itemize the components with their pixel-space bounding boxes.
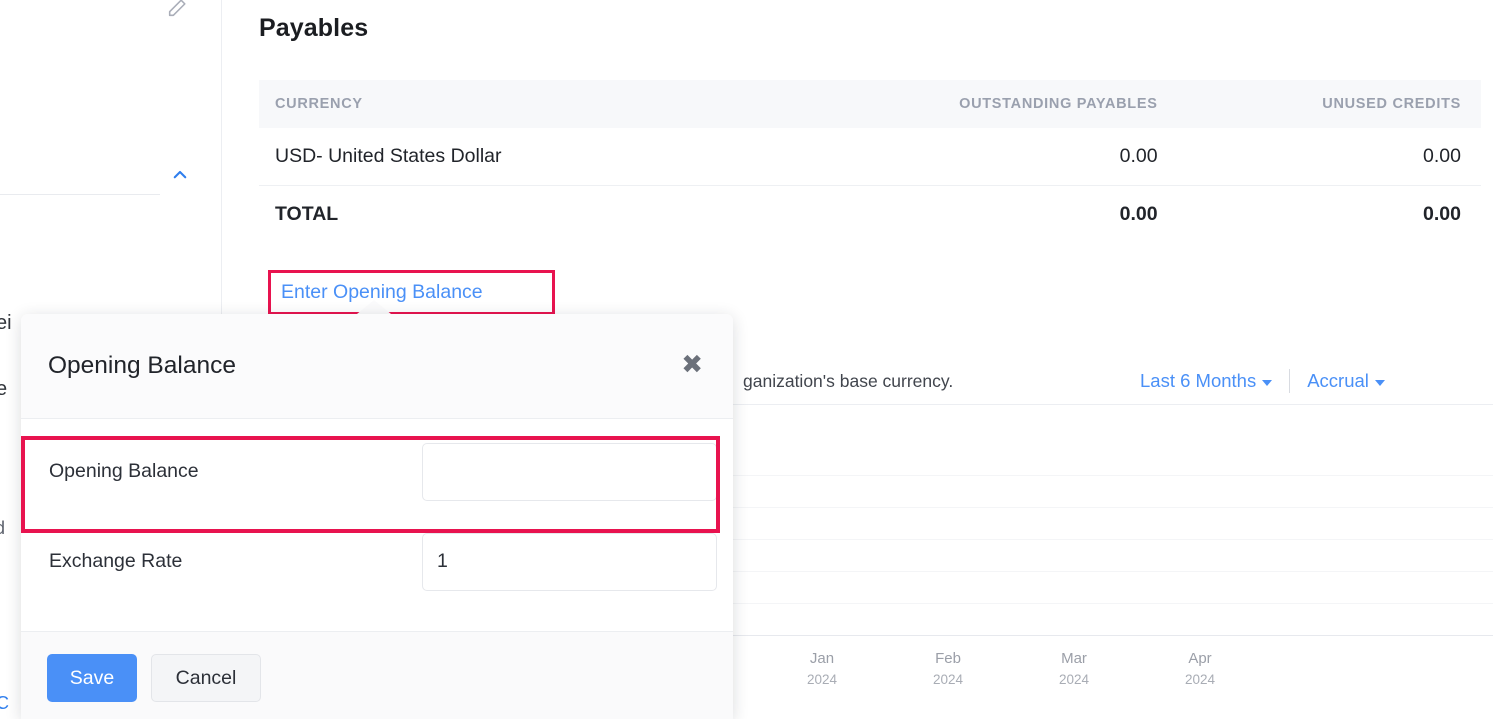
basis-filter-dropdown[interactable]: Accrual xyxy=(1307,370,1385,392)
cell-currency: USD- United States Dollar xyxy=(259,128,753,186)
screen-root: ei e d C Payables CURRENCY OUTSTANDING P… xyxy=(0,0,1493,719)
form-row-exchange-rate: Exchange Rate xyxy=(21,519,733,604)
cell-credits: 0.00 xyxy=(1158,128,1481,186)
background-text-fragment: e xyxy=(0,378,7,401)
opening-balance-label: Opening Balance xyxy=(49,460,199,483)
x-tick-month: Jan xyxy=(810,650,834,667)
dialog-title: Opening Balance xyxy=(48,352,236,380)
form-row-opening-balance: Opening Balance xyxy=(21,429,733,514)
report-controls: Last 6 Months Accrual xyxy=(1140,369,1385,393)
column-header-currency: CURRENCY xyxy=(259,80,753,128)
dialog-body: Opening Balance Exchange Rate xyxy=(21,419,733,631)
pencil-icon[interactable] xyxy=(166,0,188,19)
report-top-rule xyxy=(729,404,1493,405)
page-title: Payables xyxy=(259,14,368,43)
x-tick-mar: Mar 2024 xyxy=(1031,648,1117,689)
x-tick-month: Mar xyxy=(1061,650,1087,667)
x-tick-jan: Jan 2024 xyxy=(779,648,865,689)
x-tick-month: Apr xyxy=(1188,650,1211,667)
exchange-rate-label: Exchange Rate xyxy=(49,550,182,573)
cell-total-outstanding: 0.00 xyxy=(753,186,1157,244)
period-filter-label: Last 6 Months xyxy=(1140,370,1256,392)
basis-filter-label: Accrual xyxy=(1307,370,1369,392)
dialog-caret xyxy=(357,300,391,314)
table-row: USD- United States Dollar 0.00 0.00 xyxy=(259,128,1481,186)
cancel-button[interactable]: Cancel xyxy=(151,654,261,702)
dialog-header: Opening Balance ✖ xyxy=(21,314,733,419)
x-tick-year: 2024 xyxy=(905,670,991,690)
chart-gridline xyxy=(730,507,1493,508)
x-tick-feb: Feb 2024 xyxy=(905,648,991,689)
background-text-fragment: ei xyxy=(0,312,12,335)
opening-balance-input[interactable] xyxy=(422,443,717,501)
chart-x-axis xyxy=(730,635,1493,636)
report-note: ganization's base currency. xyxy=(743,371,953,392)
chart-gridline xyxy=(730,475,1493,476)
period-filter-dropdown[interactable]: Last 6 Months xyxy=(1140,370,1272,392)
x-tick-year: 2024 xyxy=(1157,670,1243,690)
close-icon[interactable]: ✖ xyxy=(681,352,703,378)
background-text-fragment: d xyxy=(0,518,5,539)
dialog-footer: Save Cancel xyxy=(21,631,733,719)
exchange-rate-input[interactable] xyxy=(422,533,717,591)
left-divider xyxy=(0,194,160,195)
cell-total-label: TOTAL xyxy=(259,186,753,244)
chevron-up-icon[interactable] xyxy=(168,166,192,184)
column-header-outstanding: OUTSTANDING PAYABLES xyxy=(753,80,1157,128)
opening-balance-dialog: Opening Balance ✖ Opening Balance Exchan… xyxy=(21,314,733,719)
chevron-down-icon xyxy=(1375,380,1385,386)
chart-gridline xyxy=(730,571,1493,572)
cell-outstanding: 0.00 xyxy=(753,128,1157,186)
chart-x-tick-labels: Jan 2024 Feb 2024 Mar 2024 Apr 2024 xyxy=(730,648,1493,708)
x-tick-apr: Apr 2024 xyxy=(1157,648,1243,689)
x-tick-year: 2024 xyxy=(1031,670,1117,690)
chevron-down-icon xyxy=(1262,380,1272,386)
background-text-fragment: C xyxy=(0,693,9,714)
cell-total-credits: 0.00 xyxy=(1158,186,1481,244)
column-header-credits: UNUSED CREDITS xyxy=(1158,80,1481,128)
payables-table: CURRENCY OUTSTANDING PAYABLES UNUSED CRE… xyxy=(259,80,1481,243)
x-tick-year: 2024 xyxy=(779,670,865,690)
chart-gridline xyxy=(730,539,1493,540)
table-header-row: CURRENCY OUTSTANDING PAYABLES UNUSED CRE… xyxy=(259,80,1481,128)
table-total-row: TOTAL 0.00 0.00 xyxy=(259,186,1481,244)
x-tick-month: Feb xyxy=(935,650,961,667)
control-separator xyxy=(1289,369,1290,393)
save-button[interactable]: Save xyxy=(47,654,137,702)
chart-gridline xyxy=(730,603,1493,604)
